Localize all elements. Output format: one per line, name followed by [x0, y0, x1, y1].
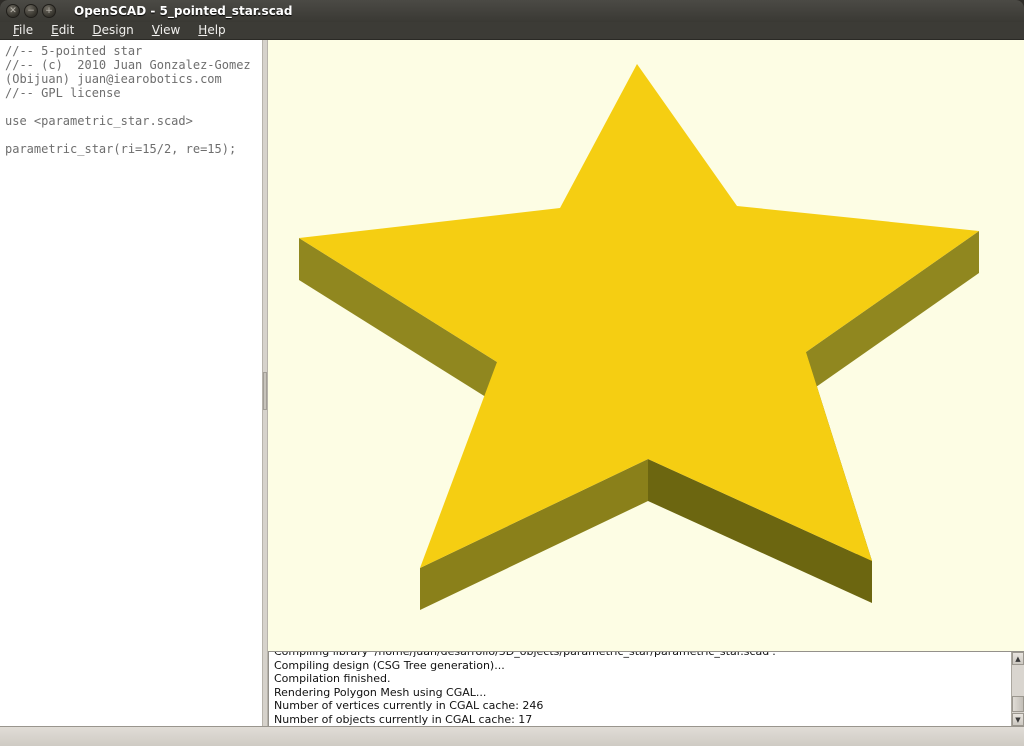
minimize-button[interactable]: −	[24, 4, 38, 18]
console-log: Compiling library '/home/juan/desarrollo…	[269, 651, 1024, 726]
code-line: //-- GPL license	[5, 86, 262, 100]
scroll-down-icon[interactable]: ▼	[1012, 713, 1024, 726]
scrollbar-thumb[interactable]	[1012, 696, 1024, 712]
code-line: //-- 5-pointed star	[5, 44, 262, 58]
scroll-up-icon[interactable]: ▲	[1012, 652, 1024, 665]
menu-edit[interactable]: Edit	[42, 22, 83, 39]
close-button[interactable]: ✕	[6, 4, 20, 18]
menu-design[interactable]: Design	[83, 22, 142, 39]
code-editor[interactable]: //-- 5-pointed star //-- (c) 2010 Juan G…	[0, 40, 262, 726]
star-render	[268, 40, 1024, 651]
title-bar[interactable]: ✕ − + OpenSCAD - 5_pointed_star.scad	[0, 0, 1024, 22]
right-pane: Compiling library '/home/juan/desarrollo…	[268, 40, 1024, 726]
main-area: //-- 5-pointed star //-- (c) 2010 Juan G…	[0, 40, 1024, 726]
status-bar: Viewport: translate = [ -0.42 0.49 0.57 …	[0, 726, 1024, 746]
openscad-window: ✕ − + OpenSCAD - 5_pointed_star.scad Fil…	[0, 0, 1024, 746]
code-line: use <parametric_star.scad>	[5, 114, 262, 128]
menu-help[interactable]: Help	[189, 22, 234, 39]
code-line: parametric_star(ri=15/2, re=15);	[5, 142, 262, 156]
menu-file[interactable]: File	[4, 22, 42, 39]
console-line: Number of vertices currently in CGAL cac…	[274, 699, 1008, 713]
code-line	[5, 100, 262, 114]
console-line: Compiling design (CSG Tree generation)..…	[274, 659, 1008, 673]
console-line: Rendering Polygon Mesh using CGAL...	[274, 686, 1008, 700]
console-panel[interactable]: Compiling library '/home/juan/desarrollo…	[268, 651, 1024, 726]
code-line: (Obijuan) juan@iearobotics.com	[5, 72, 262, 86]
3d-viewport[interactable]	[268, 40, 1024, 651]
console-line: Compilation finished.	[274, 672, 1008, 686]
code-line	[5, 128, 262, 142]
console-scrollbar[interactable]: ▲ ▼	[1011, 652, 1024, 726]
splitter-grip-icon[interactable]	[263, 372, 267, 410]
console-line: Compiling library '/home/juan/desarrollo…	[274, 651, 1008, 659]
menu-bar: File Edit Design View Help	[0, 22, 1024, 40]
window-title: OpenSCAD - 5_pointed_star.scad	[74, 4, 293, 18]
code-line: //-- (c) 2010 Juan Gonzalez-Gomez	[5, 58, 262, 72]
menu-view[interactable]: View	[143, 22, 189, 39]
maximize-button[interactable]: +	[42, 4, 56, 18]
console-line: Number of objects currently in CGAL cach…	[274, 713, 1008, 727]
